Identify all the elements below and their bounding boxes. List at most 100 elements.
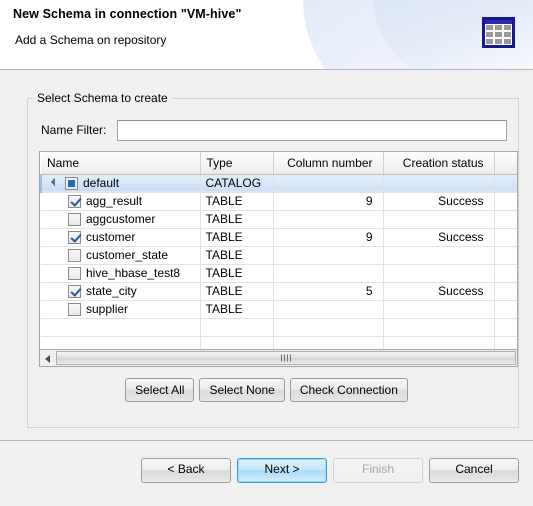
- cell-type: TABLE: [200, 300, 274, 319]
- cell-extra: [494, 264, 517, 283]
- back-button[interactable]: < Back: [141, 458, 231, 483]
- row-checkbox[interactable]: [68, 194, 81, 208]
- row-name-label: customer_state: [86, 248, 169, 262]
- cell-type: TABLE: [200, 192, 274, 211]
- page-title: New Schema in connection "VM-hive": [13, 7, 242, 21]
- cell-name: state_city: [41, 282, 201, 301]
- cancel-button[interactable]: Cancel: [429, 458, 519, 483]
- next-button[interactable]: Next >: [237, 458, 327, 483]
- cell-type: [200, 336, 274, 349]
- row-checkbox[interactable]: [68, 230, 81, 244]
- cell-creation-status: [383, 174, 495, 193]
- cell-extra: [494, 192, 517, 211]
- row-name-label: customer: [86, 230, 136, 244]
- cell-column-number: 5: [273, 282, 384, 301]
- cell-extra: [494, 282, 517, 301]
- column-header-extra[interactable]: [494, 152, 517, 175]
- cell-creation-status: [383, 336, 495, 349]
- select-all-button[interactable]: Select All: [125, 378, 195, 402]
- row-name-label: hive_hbase_test8: [86, 266, 181, 280]
- cell-column-number: [273, 318, 384, 337]
- scrollbar-thumb[interactable]: [56, 351, 516, 365]
- table-body: default CATALOG agg_result TABLE 9 Success agg…: [40, 174, 517, 349]
- table-row[interactable]: default CATALOG: [40, 174, 517, 193]
- cell-creation-status: Success: [383, 282, 495, 301]
- row-checkbox[interactable]: [68, 248, 81, 262]
- schema-table[interactable]: Name Type Column number Creation status …: [39, 151, 518, 350]
- row-name-label: state_city: [86, 284, 137, 298]
- cell-column-number: 9: [273, 228, 384, 247]
- cell-column-number: [273, 264, 384, 283]
- table-row[interactable]: hive_hbase_test8 TABLE: [41, 264, 517, 283]
- row-checkbox[interactable]: [68, 212, 81, 226]
- cell-creation-status: [383, 210, 495, 229]
- row-checkbox[interactable]: [68, 302, 81, 316]
- table-row[interactable]: supplier TABLE: [41, 300, 517, 319]
- table-row[interactable]: [41, 336, 517, 349]
- table-row[interactable]: [41, 318, 517, 337]
- column-header-creation-status[interactable]: Creation status: [383, 152, 495, 175]
- table-grid-icon-titlebar: [485, 20, 512, 24]
- cell-type: TABLE: [200, 210, 274, 229]
- cell-extra: [494, 210, 517, 229]
- cell-type: TABLE: [200, 246, 274, 265]
- cell-creation-status: [383, 264, 495, 283]
- cell-column-number: [273, 174, 384, 193]
- cell-creation-status: Success: [383, 228, 495, 247]
- cell-creation-status: [383, 300, 495, 319]
- wizard-header: New Schema in connection "VM-hive" Add a…: [0, 0, 533, 70]
- table-row[interactable]: customer_state TABLE: [41, 246, 517, 265]
- cell-extra: [494, 246, 517, 265]
- horizontal-scrollbar[interactable]: [39, 350, 518, 367]
- cell-extra: [494, 228, 517, 247]
- cell-type: TABLE: [200, 264, 274, 283]
- cell-creation-status: Success: [383, 192, 495, 211]
- wizard-navigation-buttons: < Back Next > Finish Cancel: [141, 458, 519, 483]
- dialog-footer: < Back Next > Finish Cancel: [0, 440, 533, 506]
- table-row[interactable]: agg_result TABLE 9 Success: [41, 192, 517, 211]
- cell-extra: [494, 174, 517, 193]
- name-filter-input[interactable]: [117, 120, 507, 141]
- column-header-column-number[interactable]: Column number: [273, 152, 384, 175]
- cell-creation-status: [383, 318, 495, 337]
- scrollbar-grip-icon: [281, 354, 291, 362]
- table-grid-icon-cells: [485, 25, 512, 45]
- row-name-label: default: [83, 176, 120, 190]
- table-row[interactable]: state_city TABLE 5 Success: [41, 282, 517, 301]
- scroll-left-arrow-icon[interactable]: [40, 350, 56, 366]
- select-none-button[interactable]: Select None: [199, 378, 285, 402]
- row-name-label: aggcustomer: [86, 212, 156, 226]
- cell-name: hive_hbase_test8: [41, 264, 201, 283]
- table-row[interactable]: aggcustomer TABLE: [41, 210, 517, 229]
- cell-name: [41, 336, 201, 349]
- finish-button: Finish: [333, 458, 423, 483]
- name-filter-label: Name Filter:: [41, 123, 107, 137]
- row-checkbox[interactable]: [65, 176, 78, 190]
- cell-extra: [494, 300, 517, 319]
- cell-creation-status: [383, 246, 495, 265]
- row-checkbox[interactable]: [68, 284, 81, 298]
- cell-name: [41, 318, 201, 337]
- cell-name: customer_state: [41, 246, 201, 265]
- column-header-name[interactable]: Name: [41, 152, 201, 175]
- cell-column-number: [273, 210, 384, 229]
- cell-type: CATALOG: [200, 174, 274, 193]
- group-box-legend: Select Schema to create: [34, 91, 172, 105]
- name-filter-row: Name Filter:: [41, 120, 507, 141]
- cell-name: aggcustomer: [41, 210, 201, 229]
- cell-type: [200, 318, 274, 337]
- expand-collapse-arrow-icon[interactable]: [51, 178, 61, 188]
- row-name-label: supplier: [86, 302, 129, 316]
- check-connection-button[interactable]: Check Connection: [289, 378, 408, 402]
- new-schema-wizard-dialog: New Schema in connection "VM-hive" Add a…: [0, 0, 533, 506]
- table-grid-icon: [482, 17, 515, 48]
- column-header-type[interactable]: Type: [200, 152, 274, 175]
- cell-name: agg_result: [41, 192, 201, 211]
- cell-extra: [494, 336, 517, 349]
- table-row[interactable]: customer TABLE 9 Success: [41, 228, 517, 247]
- dialog-body: Select Schema to create Name Filter: Nam…: [0, 70, 533, 442]
- cell-type: TABLE: [200, 228, 274, 247]
- cell-name: default: [40, 174, 201, 193]
- row-checkbox[interactable]: [68, 266, 81, 280]
- cell-name: supplier: [41, 300, 201, 319]
